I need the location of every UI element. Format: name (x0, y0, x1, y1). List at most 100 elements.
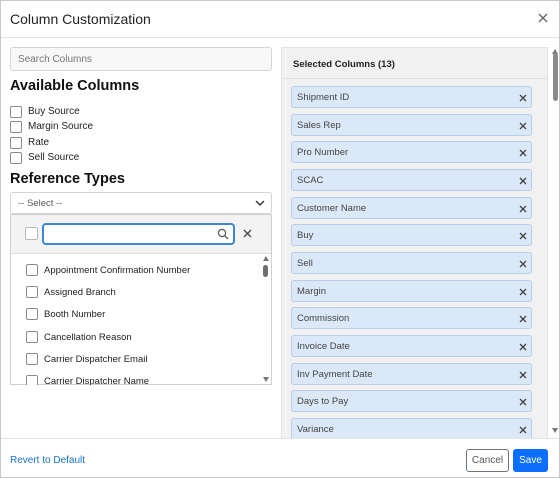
chip-label: Inv Payment Date (297, 369, 373, 380)
reference-type-label: Carrier Dispatcher Name (44, 375, 150, 386)
chip-label: Margin (297, 286, 327, 297)
scroll-up-arrow-icon[interactable] (263, 256, 269, 261)
dropdown-search-input[interactable] (42, 223, 235, 245)
reference-type-label: Appointment Confirmation Number (44, 264, 191, 276)
remove-icon[interactable] (519, 288, 527, 296)
dropdown-scrollbar[interactable] (261, 255, 271, 385)
reference-type-item[interactable]: Cancellation Reason (26, 330, 132, 344)
available-column-item[interactable]: Margin Source (10, 120, 93, 133)
selected-columns-list: Shipment ID Sales Rep Pro Number SCAC Cu… (282, 80, 547, 438)
remove-icon[interactable] (519, 232, 527, 240)
selected-column-chip[interactable]: Shipment ID (291, 86, 532, 108)
reference-type-label: Cancellation Reason (44, 331, 132, 343)
chip-label: Days to Pay (297, 396, 349, 407)
chip-label: SCAC (297, 175, 324, 186)
reference-types-heading: Reference Types (10, 171, 125, 187)
reference-type-item[interactable]: Appointment Confirmation Number (26, 263, 190, 277)
selected-column-chip[interactable]: Sales Rep (291, 114, 532, 136)
chip-label: Variance (297, 424, 334, 435)
available-column-label: Rate (28, 137, 50, 148)
select-value: -- Select -- (18, 198, 63, 209)
remove-icon[interactable] (519, 122, 527, 130)
remove-icon[interactable] (519, 398, 527, 406)
remove-icon[interactable] (519, 205, 527, 213)
select-all-checkbox[interactable] (25, 227, 38, 240)
revert-to-default-link[interactable]: Revert to Default (10, 455, 85, 466)
checkbox[interactable] (26, 331, 38, 343)
dropdown-search-bar (11, 215, 271, 254)
reference-type-item[interactable]: Carrier Dispatcher Email (26, 352, 147, 366)
selected-column-chip[interactable]: Margin (291, 280, 532, 302)
chip-label: Buy (297, 230, 314, 241)
checkbox[interactable] (10, 151, 22, 164)
chip-label: Shipment ID (297, 92, 350, 103)
selected-columns-title: Selected Columns (13) (293, 59, 395, 70)
save-button[interactable]: Save (513, 449, 548, 472)
chip-label: Pro Number (297, 147, 349, 158)
reference-type-label: Booth Number (44, 308, 106, 320)
reference-type-item[interactable]: Carrier Dispatcher Name (26, 374, 149, 385)
selected-columns-panel: Selected Columns (13) Shipment ID Sales … (281, 47, 548, 438)
checkbox[interactable] (26, 308, 38, 320)
checkbox[interactable] (10, 136, 22, 149)
available-column-label: Buy Source (28, 106, 80, 117)
remove-icon[interactable] (519, 343, 527, 351)
selected-column-chip[interactable]: Buy (291, 224, 532, 246)
modal-footer: Revert to Default Cancel Save (1, 438, 559, 477)
selected-column-chip[interactable]: Sell (291, 252, 532, 274)
selected-column-chip[interactable]: Invoice Date (291, 335, 532, 357)
cancel-button[interactable]: Cancel (466, 449, 509, 472)
scrollbar-thumb[interactable] (263, 265, 268, 277)
checkbox[interactable] (10, 105, 22, 118)
selected-column-chip[interactable]: Pro Number (291, 141, 532, 163)
checkbox[interactable] (10, 120, 22, 133)
scroll-down-arrow-icon[interactable] (552, 428, 558, 433)
selected-columns-header: Selected Columns (13) (282, 48, 547, 79)
selected-column-chip[interactable]: Commission (291, 307, 532, 329)
selected-column-chip[interactable]: SCAC (291, 169, 532, 191)
search-icon (217, 228, 229, 240)
selected-column-chip[interactable]: Customer Name (291, 197, 532, 219)
remove-icon[interactable] (519, 371, 527, 379)
reference-types-list: Appointment Confirmation Number Assigned… (11, 255, 261, 385)
chip-label: Customer Name (297, 203, 367, 214)
chip-label: Invoice Date (297, 341, 350, 352)
remove-icon[interactable] (519, 177, 527, 185)
reference-type-item[interactable]: Assigned Branch (26, 285, 116, 299)
modal-scrollbar[interactable] (550, 47, 560, 438)
scrollbar-thumb[interactable] (553, 53, 558, 101)
remove-icon[interactable] (519, 94, 527, 102)
available-column-label: Sell Source (28, 152, 80, 163)
close-icon[interactable] (536, 11, 550, 25)
remove-icon[interactable] (519, 426, 527, 434)
checkbox[interactable] (26, 286, 38, 298)
checkbox[interactable] (26, 264, 38, 276)
checkbox[interactable] (26, 375, 38, 385)
selected-column-chip[interactable]: Variance (291, 418, 532, 438)
available-column-item[interactable]: Buy Source (10, 105, 80, 118)
available-column-item[interactable]: Sell Source (10, 151, 79, 164)
checkbox[interactable] (26, 353, 38, 365)
selected-column-chip[interactable]: Days to Pay (291, 390, 532, 412)
chevron-down-icon (255, 200, 265, 206)
available-column-item[interactable]: Rate (10, 136, 49, 149)
clear-icon[interactable] (242, 228, 253, 239)
chip-label: Sell (297, 258, 313, 269)
scroll-down-arrow-icon[interactable] (263, 377, 269, 382)
available-columns-heading: Available Columns (10, 78, 140, 94)
reference-types-select[interactable]: -- Select -- (10, 192, 272, 214)
modal-header: Column Customization (1, 1, 559, 38)
selected-column-chip[interactable]: Inv Payment Date (291, 363, 532, 385)
remove-icon[interactable] (519, 315, 527, 323)
reference-types-dropdown: Appointment Confirmation Number Assigned… (10, 214, 272, 385)
available-column-label: Margin Source (28, 121, 94, 132)
reference-type-label: Assigned Branch (44, 286, 116, 298)
remove-icon[interactable] (519, 260, 527, 268)
reference-type-item[interactable]: Booth Number (26, 307, 105, 321)
remove-icon[interactable] (519, 149, 527, 157)
modal-title: Column Customization (10, 11, 151, 27)
reference-type-label: Carrier Dispatcher Email (44, 353, 148, 365)
chip-label: Commission (297, 313, 350, 324)
search-columns-input[interactable] (10, 47, 272, 71)
column-customization-modal: Column Customization Available Columns B… (0, 0, 560, 478)
